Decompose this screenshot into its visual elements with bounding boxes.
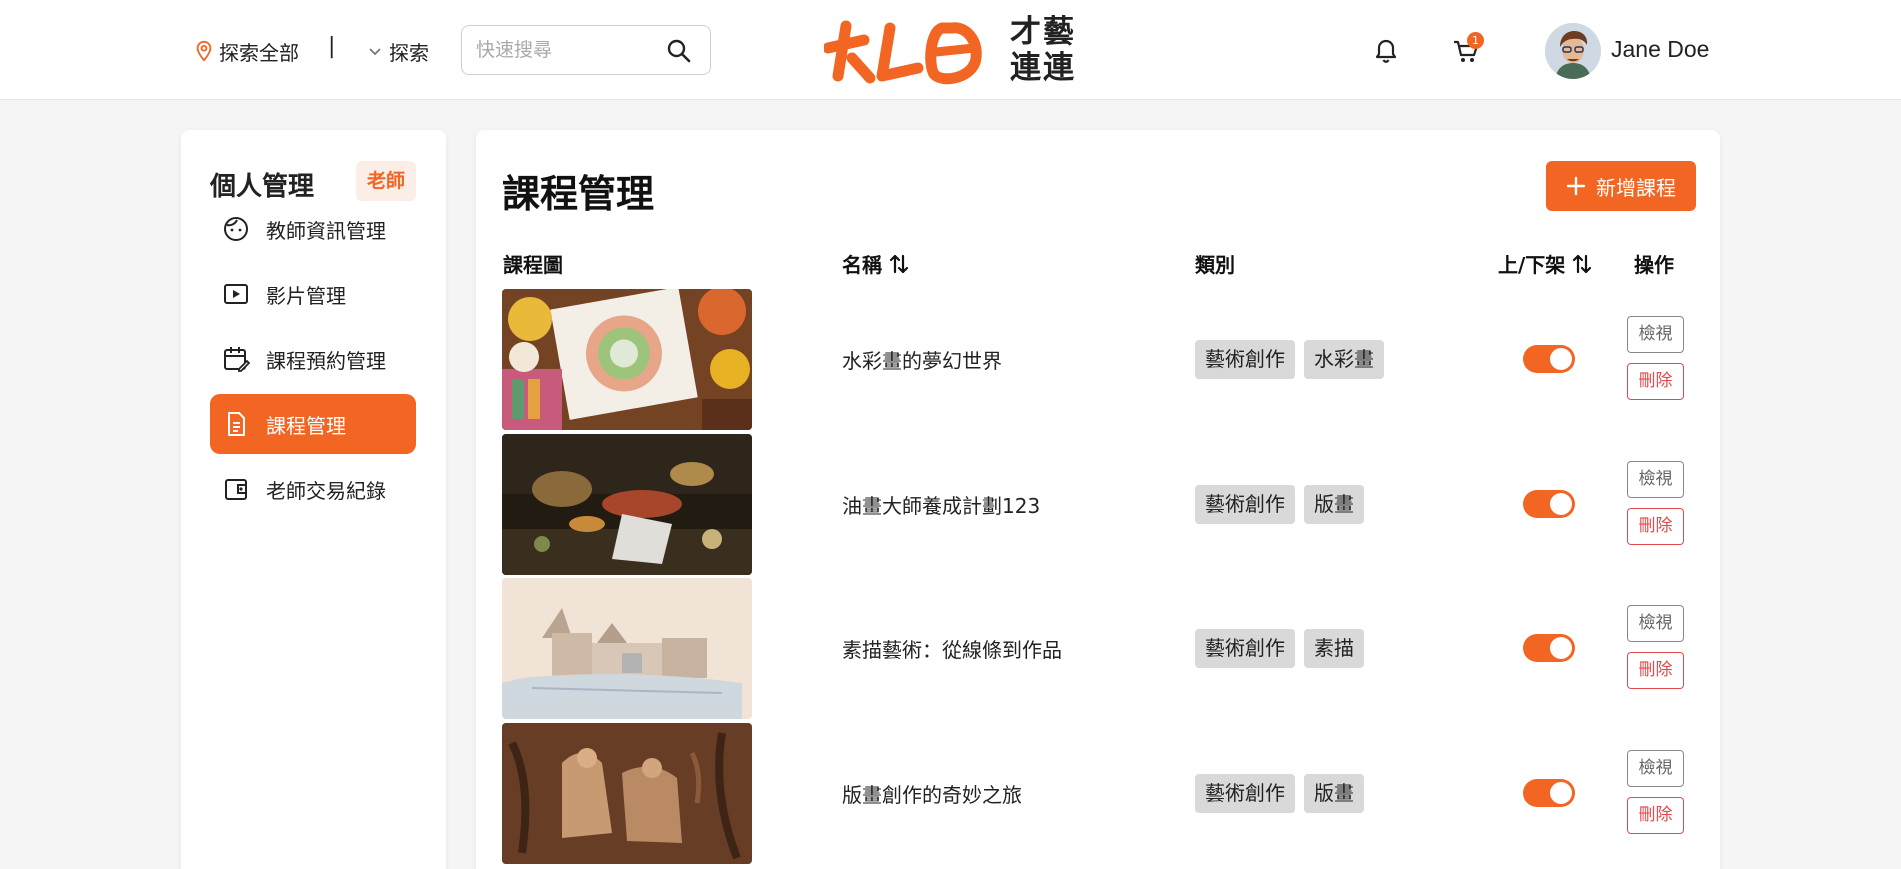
view-button[interactable]: 檢視 bbox=[1627, 316, 1684, 353]
location-selector[interactable]: 探索全部 bbox=[193, 36, 299, 66]
page-title: 課程管理 bbox=[502, 172, 655, 216]
publish-toggle[interactable] bbox=[1523, 779, 1575, 807]
category-tag: 藝術創作 bbox=[1195, 485, 1295, 524]
calendar-edit-icon bbox=[222, 345, 250, 373]
logo-text: 才藝 連連 bbox=[1010, 14, 1076, 86]
view-button[interactable]: 檢視 bbox=[1627, 750, 1684, 787]
logo-mark-icon bbox=[824, 20, 982, 85]
toggle-knob bbox=[1550, 493, 1572, 515]
category-tag: 藝術創作 bbox=[1195, 340, 1295, 379]
category-tag: 素描 bbox=[1304, 629, 1364, 668]
table-row: 素描藝術：從線條到作品 藝術創作 素描 檢視 刪除 bbox=[476, 578, 1720, 719]
header-separator: | bbox=[328, 34, 336, 59]
user-name[interactable]: Jane Doe bbox=[1611, 36, 1709, 63]
course-name: 水彩畫的夢幻世界 bbox=[842, 349, 1002, 373]
sidebar-item-label: 教師資訊管理 bbox=[266, 218, 386, 243]
search-icon[interactable] bbox=[666, 38, 692, 64]
delete-button[interactable]: 刪除 bbox=[1627, 652, 1684, 689]
face-icon bbox=[222, 215, 250, 243]
user-avatar-icon bbox=[1545, 23, 1601, 79]
brand-logo[interactable]: 才藝 連連 bbox=[824, 14, 1079, 86]
toggle-knob bbox=[1550, 348, 1572, 370]
column-header-actions: 操作 bbox=[1634, 253, 1674, 277]
sidebar-item-label: 影片管理 bbox=[266, 283, 346, 308]
table-row: 版畫創作的奇妙之旅 藝術創作 版畫 檢視 刪除 bbox=[476, 723, 1720, 864]
course-tags: 藝術創作 版畫 bbox=[1195, 485, 1364, 524]
category-tag: 版畫 bbox=[1304, 485, 1364, 524]
role-badge: 老師 bbox=[356, 161, 416, 201]
sort-icon bbox=[889, 254, 909, 273]
chevron-down-icon bbox=[369, 48, 381, 56]
toggle-knob bbox=[1550, 782, 1572, 804]
sidebar-item-label: 老師交易紀錄 bbox=[266, 478, 386, 503]
search-input[interactable] bbox=[476, 26, 656, 74]
course-thumbnail-watercolor bbox=[502, 289, 752, 430]
toggle-knob bbox=[1550, 637, 1572, 659]
course-name: 油畫大師養成計劃123 bbox=[842, 494, 1041, 518]
sidebar: 個人管理 老師 教師資訊管理 影片管理 課程預約管理 課程管理 老師交易紀錄 bbox=[181, 130, 446, 869]
view-button[interactable]: 檢視 bbox=[1627, 605, 1684, 642]
wallet-icon bbox=[222, 475, 250, 503]
explore-dropdown[interactable]: 探索 bbox=[367, 36, 429, 66]
sidebar-item-teacher-info[interactable]: 教師資訊管理 bbox=[210, 199, 416, 259]
column-header-image: 課程圖 bbox=[503, 253, 563, 277]
publish-toggle[interactable] bbox=[1523, 345, 1575, 373]
cart-count-badge: 1 bbox=[1467, 32, 1484, 49]
sidebar-title: 個人管理 bbox=[210, 172, 315, 202]
sidebar-item-label: 課程預約管理 bbox=[266, 348, 386, 373]
location-pin-icon bbox=[196, 40, 212, 62]
course-management-panel: 課程管理 新增課程 課程圖 名稱 類別 上/下架 操作 水彩畫的夢幻世界 藝術創… bbox=[476, 130, 1720, 869]
course-thumbnail-oil-painting bbox=[502, 434, 752, 575]
table-row: 油畫大師養成計劃123 藝術創作 版畫 檢視 刪除 bbox=[476, 434, 1720, 575]
category-tag: 版畫 bbox=[1304, 774, 1364, 813]
column-header-name[interactable]: 名稱 bbox=[842, 249, 910, 278]
sidebar-item-transactions[interactable]: 老師交易紀錄 bbox=[210, 459, 416, 519]
column-header-category: 類別 bbox=[1195, 253, 1235, 277]
delete-button[interactable]: 刪除 bbox=[1627, 797, 1684, 834]
delete-button[interactable]: 刪除 bbox=[1627, 363, 1684, 400]
avatar[interactable] bbox=[1545, 23, 1601, 79]
course-tags: 藝術創作 水彩畫 bbox=[1195, 340, 1384, 379]
bell-icon[interactable] bbox=[1373, 38, 1399, 64]
document-icon bbox=[222, 410, 250, 438]
top-header: 探索全部 | 探索 才藝 連連 1 bbox=[0, 0, 1901, 100]
publish-toggle[interactable] bbox=[1523, 490, 1575, 518]
sidebar-item-label: 課程管理 bbox=[266, 413, 346, 438]
course-thumbnail-sketch bbox=[502, 578, 752, 719]
add-course-button[interactable]: 新增課程 bbox=[1546, 161, 1696, 211]
column-header-status[interactable]: 上/下架 bbox=[1498, 249, 1593, 278]
course-name: 素描藝術：從線條到作品 bbox=[842, 638, 1062, 662]
add-course-label: 新增課程 bbox=[1596, 175, 1676, 200]
search-box bbox=[461, 25, 711, 75]
view-button[interactable]: 檢視 bbox=[1627, 461, 1684, 498]
course-name: 版畫創作的奇妙之旅 bbox=[842, 783, 1022, 807]
publish-toggle[interactable] bbox=[1523, 634, 1575, 662]
course-tags: 藝術創作 版畫 bbox=[1195, 774, 1364, 813]
location-label: 探索全部 bbox=[219, 40, 299, 65]
video-icon bbox=[222, 280, 250, 308]
plus-icon bbox=[1566, 176, 1586, 196]
sidebar-item-video[interactable]: 影片管理 bbox=[210, 264, 416, 324]
table-row: 水彩畫的夢幻世界 藝術創作 水彩畫 檢視 刪除 bbox=[476, 289, 1720, 430]
sort-icon bbox=[1573, 254, 1592, 273]
sidebar-item-course[interactable]: 課程管理 bbox=[210, 394, 416, 454]
explore-label: 探索 bbox=[389, 40, 429, 65]
delete-button[interactable]: 刪除 bbox=[1627, 508, 1684, 545]
course-thumbnail-carving bbox=[502, 723, 752, 864]
category-tag: 水彩畫 bbox=[1304, 340, 1384, 379]
category-tag: 藝術創作 bbox=[1195, 774, 1295, 813]
category-tag: 藝術創作 bbox=[1195, 629, 1295, 668]
sidebar-item-booking[interactable]: 課程預約管理 bbox=[210, 329, 416, 389]
course-tags: 藝術創作 素描 bbox=[1195, 629, 1364, 668]
